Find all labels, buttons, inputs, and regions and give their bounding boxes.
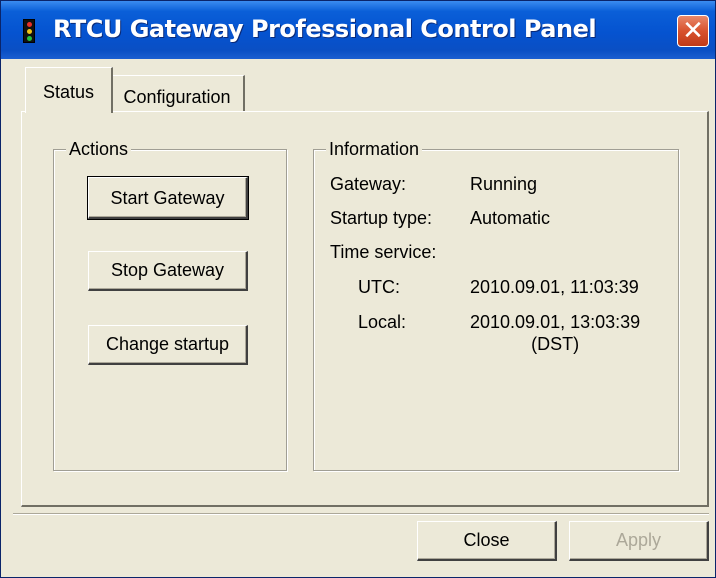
- startup-type-label: Startup type:: [330, 208, 433, 228]
- control-panel-window: RTCU Gateway Professional Control Panel …: [0, 0, 716, 578]
- actions-legend: Actions: [66, 138, 132, 160]
- local-label: Local:: [358, 312, 407, 332]
- close-button[interactable]: Close: [417, 521, 557, 561]
- utc-label: UTC:: [358, 277, 400, 297]
- traffic-light-icon: [23, 19, 35, 43]
- startup-type-value: Automatic: [470, 208, 551, 228]
- footer-divider-highlight: [13, 514, 709, 515]
- gateway-label: Gateway:: [330, 174, 407, 194]
- information-group: Information: [313, 138, 679, 471]
- information-legend: Information: [326, 138, 423, 160]
- window-title: RTCU Gateway Professional Control Panel: [53, 15, 597, 43]
- local-time-value: 2010.09.01, 13:03:39 (DST): [470, 312, 641, 354]
- window-close-icon[interactable]: ✕: [677, 15, 709, 47]
- start-gateway-button[interactable]: Start Gateway: [87, 176, 249, 220]
- gateway-status-value: Running: [470, 174, 538, 194]
- tab-configuration[interactable]: Configuration: [111, 75, 245, 111]
- tab-status[interactable]: Status: [25, 67, 113, 113]
- utc-time-value: 2010.09.01, 11:03:39: [470, 277, 639, 297]
- stop-gateway-button[interactable]: Stop Gateway: [88, 251, 248, 291]
- apply-button[interactable]: Apply: [569, 521, 709, 561]
- change-startup-button[interactable]: Change startup: [88, 325, 248, 365]
- title-bar[interactable]: RTCU Gateway Professional Control Panel …: [1, 1, 715, 59]
- time-service-label: Time service:: [330, 242, 437, 262]
